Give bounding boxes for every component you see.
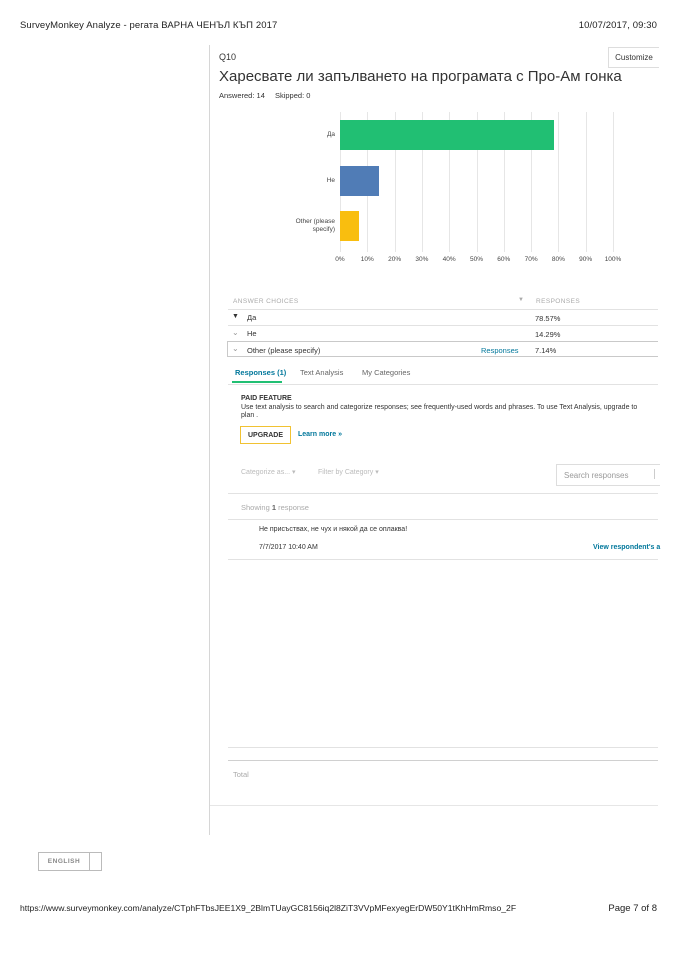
divider bbox=[228, 760, 658, 761]
x-tick-label: 0% bbox=[335, 256, 345, 263]
search-responses-input[interactable]: Search responses bbox=[556, 464, 660, 486]
language-selector[interactable]: ENGLISH bbox=[38, 852, 102, 871]
search-divider bbox=[654, 469, 659, 479]
total-label: Total bbox=[233, 770, 249, 779]
active-tab-indicator bbox=[232, 381, 282, 383]
tab-my-categories[interactable]: My Categories bbox=[362, 368, 410, 377]
print-footer-url: https://www.surveymonkey.com/analyze/CTp… bbox=[20, 903, 517, 913]
sort-caret-icon[interactable]: ▼ bbox=[518, 297, 524, 303]
filter-label: Filter by Category bbox=[318, 469, 374, 476]
tabs-divider bbox=[228, 384, 658, 385]
print-footer-page: Page 7 of 8 bbox=[608, 903, 657, 914]
choice-percent: 14.29% bbox=[535, 330, 561, 339]
tab-responses[interactable]: Responses (1) bbox=[235, 368, 286, 377]
choice-percent: 78.57% bbox=[535, 314, 561, 323]
chart-bar bbox=[340, 120, 555, 150]
caret-down-icon: ▾ bbox=[291, 469, 296, 476]
search-placeholder: Search responses bbox=[564, 470, 629, 480]
categorize-label: Categorize as... bbox=[241, 469, 291, 476]
tab-text-analysis[interactable]: Text Analysis bbox=[300, 368, 343, 377]
responses-link[interactable]: Responses bbox=[481, 346, 519, 355]
chart-gridline bbox=[613, 112, 614, 252]
x-tick-label: 10% bbox=[360, 256, 374, 263]
choice-label: Не bbox=[247, 329, 257, 338]
language-label: ENGLISH bbox=[39, 853, 90, 870]
paid-feature-text-2: plan . bbox=[241, 412, 259, 419]
showing-count: Showing 1 response bbox=[241, 503, 309, 512]
choice-label: Да bbox=[247, 313, 257, 322]
divider bbox=[228, 493, 658, 494]
divider bbox=[228, 519, 658, 520]
choice-percent: 7.14% bbox=[535, 346, 557, 355]
col-answer-choices: ANSWER CHOICES bbox=[233, 298, 299, 305]
learn-more-link[interactable]: Learn more » bbox=[298, 431, 342, 438]
x-tick-label: 30% bbox=[415, 256, 429, 263]
showing-prefix: Showing bbox=[241, 503, 272, 512]
category-label: Да bbox=[326, 131, 335, 138]
divider bbox=[210, 805, 658, 806]
view-respondent-link[interactable]: View respondent's a bbox=[593, 544, 660, 551]
table-divider bbox=[228, 309, 658, 310]
caret-down-icon: ▾ bbox=[375, 469, 379, 476]
x-tick-label: 40% bbox=[442, 256, 456, 263]
paid-feature-text: Use text analysis to search and categori… bbox=[241, 403, 638, 411]
paid-feature-heading: PAID FEATURE bbox=[241, 395, 292, 402]
paid-feature-notice: PAID FEATURE Use text analysis to search… bbox=[241, 395, 661, 421]
response-date: 7/7/2017 10:40 AM bbox=[259, 544, 318, 551]
response-text: Не присъствах, не чух и някой да се опла… bbox=[259, 526, 408, 533]
divider bbox=[228, 747, 658, 748]
x-tick-label: 60% bbox=[497, 256, 511, 263]
categorize-dropdown[interactable]: Categorize as... ▾ bbox=[241, 468, 296, 476]
caret-down-icon[interactable]: ▼ bbox=[232, 313, 239, 320]
category-label: Other (please specify) bbox=[295, 218, 335, 233]
showing-suffix: response bbox=[276, 503, 309, 512]
col-responses: RESPONSES bbox=[536, 298, 581, 305]
chart-bar bbox=[340, 211, 360, 241]
filter-category-dropdown[interactable]: Filter by Category ▾ bbox=[318, 468, 379, 476]
chart-bar bbox=[340, 166, 379, 196]
x-tick-label: 20% bbox=[388, 256, 402, 263]
x-tick-label: 70% bbox=[524, 256, 538, 263]
chevron-down-icon[interactable]: ⌄ bbox=[232, 328, 239, 337]
bar-chart: 0% 10% 20% 30% 40% 50% 60% 70% 80% 90% 100% Да Не Oth… bbox=[0, 0, 678, 270]
x-tick-label: 90% bbox=[579, 256, 593, 263]
category-label: Не bbox=[326, 177, 335, 184]
upgrade-button[interactable]: UPGRADE bbox=[240, 426, 291, 444]
chevron-down-icon[interactable]: ⌄ bbox=[232, 344, 239, 353]
x-tick-label: 80% bbox=[551, 256, 565, 263]
table-divider bbox=[228, 325, 658, 326]
x-tick-label: 100% bbox=[604, 256, 622, 263]
divider bbox=[228, 559, 658, 560]
chart-gridline bbox=[585, 112, 587, 252]
choice-label: Other (please specify) bbox=[247, 346, 321, 355]
chart-gridline bbox=[558, 112, 560, 252]
x-tick-label: 50% bbox=[469, 256, 484, 263]
